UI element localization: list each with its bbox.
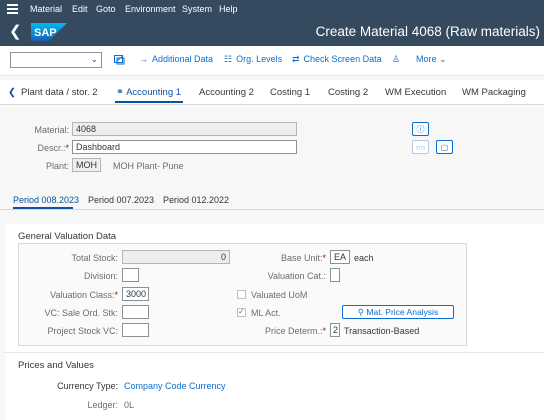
check-screen-data-button[interactable]: ⇄ Check Screen Data <box>292 54 382 65</box>
additional-data-button[interactable]: → Additional Data <box>139 54 213 64</box>
valuated-uom-checkbox[interactable] <box>237 290 246 299</box>
chevron-down-icon: ⌄ <box>90 54 98 64</box>
title-bar: ❮ SAP Create Material 4068 (Raw material… <box>0 19 544 46</box>
total-stock-field: 0 <box>122 250 230 264</box>
svg-text:SAP: SAP <box>34 27 57 39</box>
tab-plant-data-stor-2[interactable]: Plant data / stor. 2 <box>21 87 98 98</box>
display-change-icon[interactable] <box>114 55 125 67</box>
menu-item-material[interactable]: Material <box>30 4 62 14</box>
price-determination-field[interactable]: 2 <box>330 323 340 337</box>
base-unit-field[interactable]: EA <box>330 250 350 264</box>
tab-wm-packaging[interactable]: WM Packaging <box>462 87 526 98</box>
valuation-category-field[interactable] <box>330 268 340 282</box>
base-unit-text: each <box>354 253 374 263</box>
prices-values-title: Prices and Values <box>18 360 94 371</box>
valuation-class-label: Valuation Class:* <box>50 290 118 300</box>
currency-type-link[interactable]: Company Code Currency <box>124 381 226 391</box>
command-dropdown[interactable]: ⌄ <box>10 52 102 68</box>
plant-field: MOH <box>72 158 101 172</box>
tab-accounting-1[interactable]: ⚭ Accounting 1 <box>116 87 181 98</box>
tab-costing-1[interactable]: Costing 1 <box>270 87 310 98</box>
descr-label: Descr.:* <box>37 143 69 153</box>
general-valuation-title: General Valuation Data <box>18 231 117 242</box>
ml-act-label: ML Act. <box>251 308 281 318</box>
tab-scroll-left-icon[interactable]: ❮ <box>8 87 16 98</box>
menu-item-environment[interactable]: Environment <box>125 4 176 14</box>
material-field: 4068 <box>72 122 297 136</box>
period-tabs-divider <box>0 209 544 210</box>
chevron-down-icon: ⌄ <box>439 54 447 64</box>
ml-act-checkbox[interactable] <box>237 307 246 317</box>
tab-period-008-2023[interactable]: Period 008.2023 <box>13 195 79 205</box>
tab-period-012-2022[interactable]: Period 012.2022 <box>163 195 229 205</box>
sap-logo: SAP <box>31 23 67 41</box>
menu-item-edit[interactable]: Edit <box>72 4 88 14</box>
valuated-uom-label: Valuated UoM <box>251 290 308 300</box>
hamburger-menu-icon[interactable] <box>7 4 18 14</box>
material-label: Material: <box>34 125 69 135</box>
price-determination-label: Price Determ.:* <box>264 326 326 336</box>
valuation-category-label: Valuation Cat.: <box>267 271 326 281</box>
tab-costing-2[interactable]: Costing 2 <box>328 87 368 98</box>
menu-item-system[interactable]: System <box>182 4 212 14</box>
currency-type-label: Currency Type: <box>57 381 118 391</box>
glasses-icon[interactable]: ○○ <box>412 140 429 154</box>
search-icon: ⚲ <box>357 307 365 317</box>
more-button[interactable]: More ⌄ <box>416 54 447 65</box>
tab-wm-execution[interactable]: WM Execution <box>385 87 446 98</box>
org-levels-button[interactable]: ☷ Org. Levels <box>224 54 282 65</box>
description-field[interactable]: Dashboard <box>72 140 297 154</box>
project-stock-vc-field[interactable] <box>122 323 149 337</box>
toolbar: ⌄ → Additional Data ☷ Org. Levels ⇄ Check S… <box>0 46 544 76</box>
accounting-icon: ⚭ <box>116 87 124 98</box>
tab-accounting-2[interactable]: Accounting 2 <box>199 87 254 98</box>
org-structure-icon: ☷ <box>224 54 233 64</box>
document-icon[interactable]: ▢ <box>436 140 453 154</box>
menu-bar: Material Edit Goto Environment System He… <box>0 0 544 19</box>
ledger-value: 0L <box>124 400 135 410</box>
valuation-class-field[interactable]: 3000 <box>122 287 149 301</box>
total-stock-label: Total Stock: <box>71 253 118 263</box>
menu-item-goto[interactable]: Goto <box>96 4 116 14</box>
tab-bar: ❮ Plant data / stor. 2 ⚭ Accounting 1 Ac… <box>0 80 544 105</box>
page-title: Create Material 4068 (Raw materials) <box>315 24 540 39</box>
vc-sales-order-stock-label: VC: Sale Ord. Stk: <box>44 308 118 318</box>
plant-label: Plant: <box>45 161 69 171</box>
menu-item-help[interactable]: Help <box>219 4 238 14</box>
price-determination-text: Transaction-Based <box>344 326 420 336</box>
active-tab-indicator <box>115 101 183 103</box>
back-arrow-icon[interactable]: ❮ <box>9 24 22 39</box>
division-field[interactable] <box>122 268 139 282</box>
plant-description: MOH Plant- Pune <box>113 161 184 171</box>
base-unit-label: Base Unit:* <box>280 253 326 263</box>
division-label: Division: <box>83 271 118 281</box>
project-stock-vc-label: Project Stock VC: <box>47 326 118 336</box>
mat-price-analysis-button[interactable]: ⚲ Mat. Price Analysis <box>342 305 454 319</box>
check-data-icon: ⇄ <box>292 54 300 64</box>
ledger-label: Ledger: <box>87 400 118 410</box>
tab-period-007-2023[interactable]: Period 007.2023 <box>88 195 154 205</box>
person-icon[interactable]: ♙ <box>392 54 400 65</box>
vc-sales-order-stock-field[interactable] <box>122 305 149 319</box>
info-icon[interactable]: ⓘ <box>412 122 429 136</box>
arrow-right-icon: → <box>139 54 148 64</box>
